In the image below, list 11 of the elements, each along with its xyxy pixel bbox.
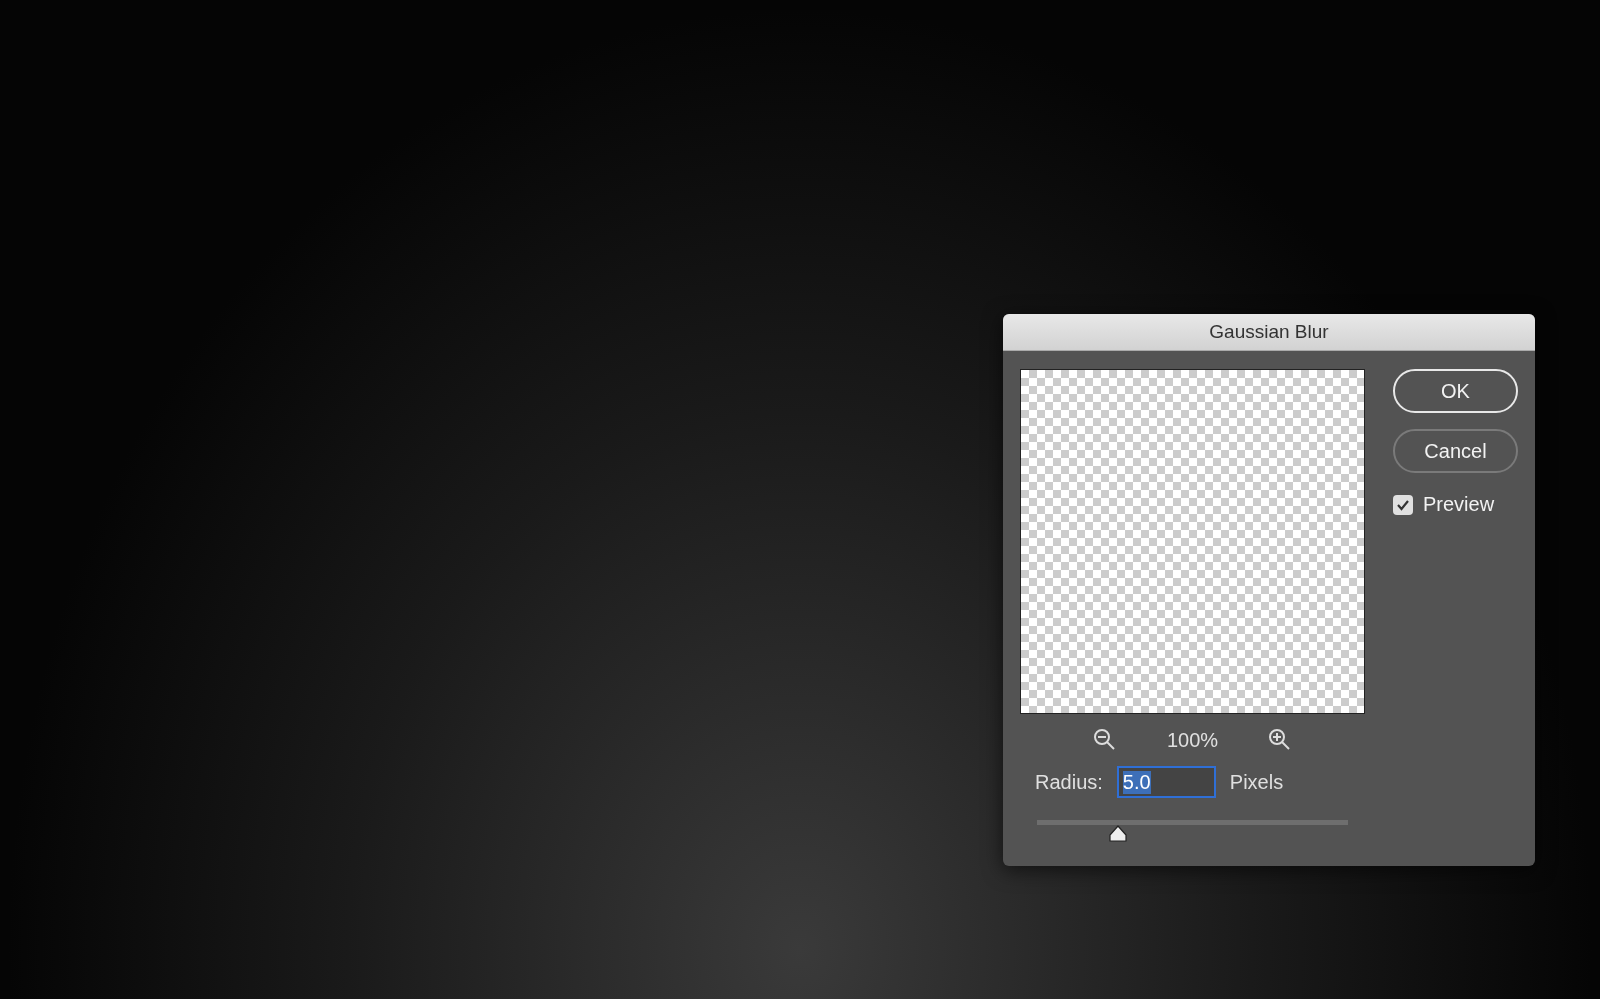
ok-button[interactable]: OK bbox=[1393, 369, 1518, 413]
slider-thumb[interactable] bbox=[1108, 825, 1127, 842]
zoom-out-icon[interactable] bbox=[1092, 728, 1117, 752]
unit-label: Pixels bbox=[1229, 770, 1284, 794]
radius-field[interactable]: 5.0 bbox=[1116, 766, 1216, 798]
radius-label: Radius: bbox=[1035, 770, 1103, 794]
dialog-title: Gaussian Blur bbox=[1209, 321, 1329, 343]
preview-label: Preview bbox=[1423, 493, 1495, 516]
preview-checkbox[interactable] bbox=[1393, 494, 1413, 515]
zoom-level: 100% bbox=[1166, 728, 1219, 752]
cancel-button[interactable]: Cancel bbox=[1393, 429, 1518, 473]
